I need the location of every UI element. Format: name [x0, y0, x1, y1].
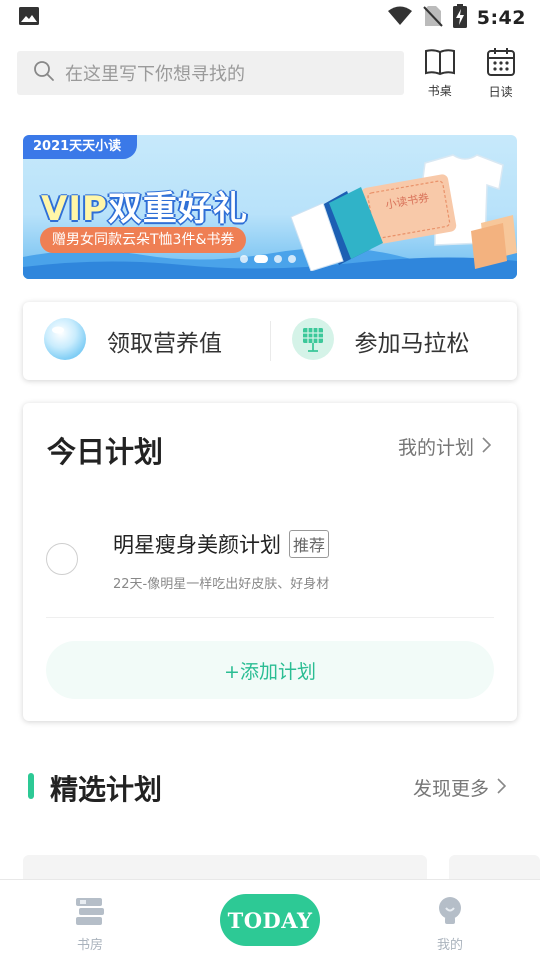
banner-dot[interactable] — [288, 255, 296, 263]
daily-read-button[interactable]: 日读 — [475, 47, 526, 100]
marathon-label: 参加马拉松 — [354, 331, 470, 357]
recommend-badge: 推荐 — [289, 530, 330, 558]
bottom-nav: 书房 TODAY 我的 — [0, 879, 540, 960]
bubble-icon — [43, 317, 87, 365]
search-input[interactable]: 在这里写下你想寻找的 — [17, 51, 405, 95]
nav-mine[interactable]: 我的 — [420, 896, 480, 953]
open-book-icon — [424, 48, 456, 80]
plan-item-name: 明星瘦身美颜计划 推荐 — [113, 529, 330, 559]
plan-checkbox[interactable] — [46, 543, 78, 575]
search-row: 在这里写下你想寻找的 书桌 日读 — [17, 47, 526, 99]
battery-charging-icon — [452, 4, 467, 32]
banner-dot[interactable] — [274, 255, 282, 263]
lightbulb-icon — [435, 896, 465, 930]
bookshelf-stack-icon — [74, 896, 106, 930]
bookshelf-label: 书桌 — [427, 83, 452, 98]
calendar-icon — [486, 47, 516, 81]
plan-item-title: 明星瘦身美颜计划 — [113, 533, 281, 557]
banner-pagination — [240, 255, 296, 263]
nutrition-button[interactable]: 领取营养值 — [23, 302, 270, 380]
status-bar: 5:42 — [0, 0, 540, 36]
discover-more-link[interactable]: 发现更多 — [412, 774, 507, 801]
my-plans-link[interactable]: 我的计划 — [397, 433, 492, 460]
marathon-button[interactable]: 参加马拉松 — [271, 302, 518, 380]
nav-mine-label: 我的 — [436, 938, 463, 953]
banner-title: VIP双重好礼 — [41, 181, 248, 230]
banner-dot-active[interactable] — [254, 255, 268, 263]
promo-banner[interactable]: 2021天天小读 VIP双重好礼 赠男女同款云朵T恤3件&书券 小读书券 — [23, 135, 517, 279]
image-icon — [18, 5, 40, 31]
bookshelf-button[interactable]: 书桌 — [414, 48, 465, 99]
nav-study[interactable]: 书房 — [60, 896, 120, 953]
chevron-right-icon — [482, 436, 492, 458]
today-plan-card: 今日计划 我的计划 明星瘦身美颜计划 推荐 22天-像明星一样吃出好皮肤、好身材… — [23, 403, 517, 721]
today-plan-title: 今日计划 — [47, 435, 164, 469]
banner-subtitle: 赠男女同款云朵T恤3件&书券 — [40, 227, 247, 253]
banner-title-vip: VIP — [41, 189, 108, 229]
quick-actions-card: 领取营养值 参加马拉松 — [23, 302, 517, 380]
banner-tag: 2021天天小读 — [23, 135, 138, 159]
discover-more-label: 发现更多 — [412, 778, 489, 800]
plan-divider — [46, 617, 494, 618]
my-plans-label: 我的计划 — [397, 437, 474, 459]
wifi-icon — [387, 6, 413, 30]
daily-read-label: 日读 — [488, 84, 513, 99]
banner-dot[interactable] — [240, 255, 248, 263]
flag-board-icon — [291, 317, 335, 365]
search-icon — [33, 60, 55, 86]
nutrition-label: 领取营养值 — [107, 331, 222, 357]
add-plan-button[interactable]: +添加计划 — [46, 641, 494, 699]
nav-today-button[interactable]: TODAY — [220, 894, 320, 946]
banner-illustration: 小读书券 — [290, 154, 517, 271]
section-accent-bar — [28, 773, 34, 799]
search-placeholder: 在这里写下你想寻找的 — [65, 64, 245, 85]
nav-study-label: 书房 — [76, 938, 103, 953]
chevron-right-icon — [497, 777, 507, 799]
no-sim-icon — [423, 5, 443, 31]
banner-title-rest: 双重好礼 — [107, 189, 248, 229]
status-time: 5:42 — [476, 7, 526, 29]
featured-title: 精选计划 — [50, 773, 163, 806]
plan-item-description: 22天-像明星一样吃出好皮肤、好身材 — [113, 577, 330, 592]
